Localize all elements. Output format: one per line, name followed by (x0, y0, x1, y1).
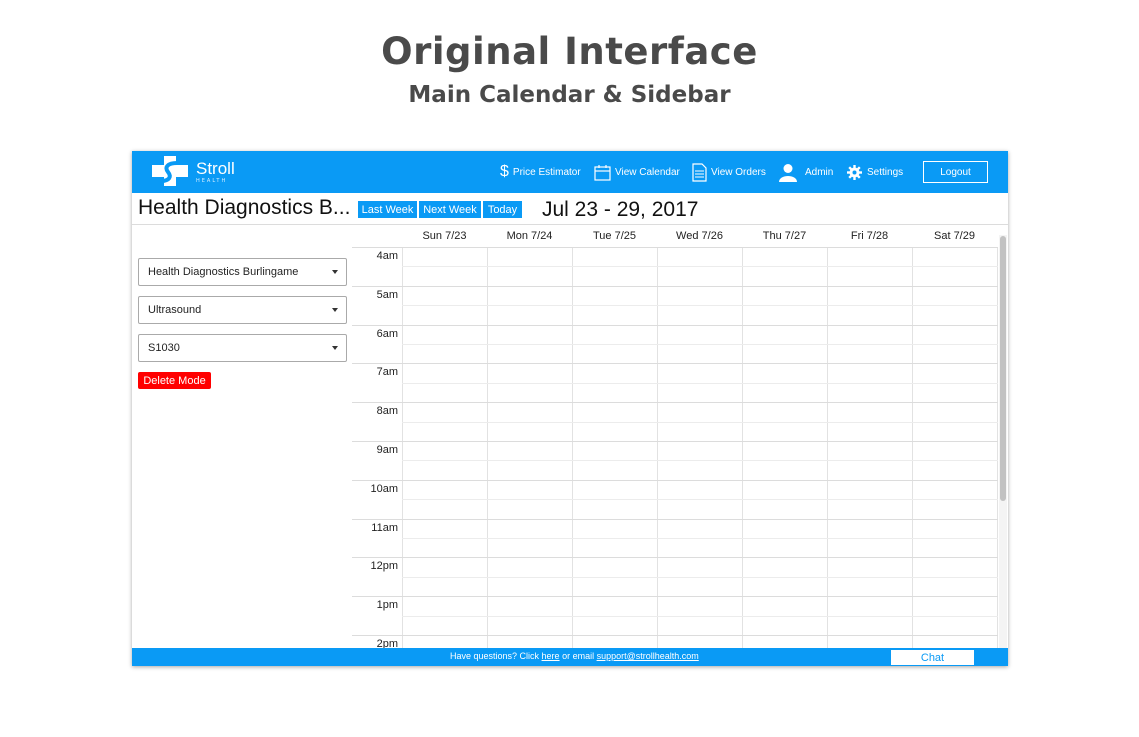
day-header: Wed 7/26 (676, 230, 723, 242)
day-header: Sat 7/29 (934, 230, 975, 242)
half-hour-line (402, 576, 998, 578)
nav-label: Settings (867, 166, 904, 178)
page-subheading: Main Calendar & Sidebar (408, 82, 731, 108)
day-header: Fri 7/28 (850, 230, 889, 242)
select-value: Health Diagnostics Burlingame (148, 266, 299, 278)
calendar-toolbar: Health Diagnostics B... Last Week Next W… (132, 193, 1008, 225)
day-header: Mon 7/24 (506, 230, 553, 242)
select-value: S1030 (148, 342, 180, 354)
caret-down-icon (332, 346, 338, 350)
footer-bar: Have questions? Click here or email supp… (132, 648, 1008, 666)
hour-line (352, 324, 998, 326)
nav-view-calendar[interactable]: View Calendar (594, 151, 680, 193)
app-window: Stroll HEALTH $ Price Estimator View Cal… (132, 151, 1008, 666)
time-label: 6am (376, 327, 398, 340)
hour-line (352, 285, 998, 287)
nav-label: View Calendar (615, 166, 680, 178)
user-icon (779, 163, 797, 182)
grid-column-line (657, 247, 658, 648)
next-week-button[interactable]: Next Week (419, 201, 481, 218)
sidebar: Health Diagnostics Burlingame Ultrasound… (132, 225, 352, 648)
caret-down-icon (332, 308, 338, 312)
top-navigation-bar: Stroll HEALTH $ Price Estimator View Cal… (132, 151, 1008, 193)
date-range: Jul 23 - 29, 2017 (542, 198, 699, 221)
nav-admin[interactable]: Admin (779, 151, 833, 193)
time-label: 8am (376, 405, 398, 418)
time-label: 1pm (376, 599, 398, 612)
half-hour-line (402, 615, 998, 617)
hour-line (352, 479, 998, 481)
hour-line (352, 363, 998, 365)
grid-column-line (827, 247, 828, 648)
nav-label: Price Estimator (512, 166, 581, 178)
half-hour-line (402, 499, 998, 501)
hour-line (352, 402, 998, 404)
document-icon (692, 162, 707, 182)
hour-line (352, 635, 998, 636)
nav-view-orders[interactable]: View Orders (692, 151, 766, 193)
calendar-icon (594, 164, 611, 181)
grid-column-line (742, 247, 743, 648)
last-week-button[interactable]: Last Week (358, 201, 417, 218)
half-hour-line (402, 305, 998, 307)
facility-title: Health Diagnostics B... (138, 196, 351, 219)
half-hour-line (402, 344, 998, 345)
grid-column-line (912, 247, 913, 648)
cross-logo-icon (152, 156, 188, 186)
hour-line (352, 441, 998, 442)
time-label: 9am (376, 444, 398, 456)
footer-help-text: Have questions? Click here or email supp… (450, 651, 699, 661)
support-email-link[interactable]: support@strollhealth.com (597, 651, 699, 661)
select-value: Ultrasound (148, 304, 202, 316)
facility-select[interactable]: Health Diagnostics Burlingame (138, 258, 347, 286)
hour-line (352, 518, 998, 520)
page-heading: Original Interface (381, 30, 758, 73)
caret-down-icon (332, 270, 338, 274)
grid-column-line (572, 247, 573, 648)
time-label: 2pm (376, 638, 398, 648)
half-hour-line (402, 382, 998, 384)
hour-line (352, 247, 998, 248)
today-button[interactable]: Today (483, 201, 522, 218)
day-header: Thu 7/27 (762, 230, 807, 242)
nav-settings[interactable]: Settings (847, 151, 903, 193)
week-calendar: Sun 7/23 Mon 7/24 Tue 7/25 Wed 7/26 Thu 7/27… (352, 225, 1008, 648)
half-hour-line (402, 460, 998, 462)
stroll-logo[interactable]: Stroll HEALTH (152, 156, 235, 188)
grid-column-line (402, 247, 403, 648)
delete-mode-button[interactable]: Delete Mode (138, 372, 211, 389)
nav-label: View Orders (711, 166, 766, 178)
modality-select[interactable]: Ultrasound (138, 296, 347, 324)
grid-column-line (487, 247, 488, 648)
hour-line (352, 596, 998, 598)
calendar-grid[interactable]: 4am 5am 6am 7am 8am 9am 10am 11am 12pm 1pm 2pm (352, 247, 998, 648)
half-hour-line (402, 421, 998, 423)
resource-select[interactable]: S1030 (138, 334, 347, 362)
time-label: 11am (371, 521, 398, 534)
nav-price-estimator[interactable]: $ Price Estimator (500, 151, 581, 193)
logout-button[interactable]: Logout (923, 161, 988, 183)
day-header: Tue 7/25 (592, 230, 636, 242)
dollar-icon: $ (500, 163, 509, 180)
hour-line (352, 557, 998, 559)
logo-subtitle: HEALTH (196, 178, 228, 184)
grid-column-line (997, 247, 998, 648)
half-hour-line (402, 266, 998, 268)
time-label: 7am (376, 366, 398, 379)
time-label: 10am (370, 482, 398, 495)
time-label: 4am (376, 250, 398, 262)
nav-label: Admin (805, 166, 834, 178)
time-label: 12pm (370, 560, 398, 573)
gear-icon (847, 164, 862, 180)
help-link[interactable]: here (542, 651, 560, 661)
scrollbar-thumb[interactable] (1000, 236, 1006, 501)
logo-name: Stroll (196, 159, 235, 178)
time-label: 5am (376, 288, 398, 301)
day-header: Sun 7/23 (422, 230, 467, 242)
chat-button[interactable]: Chat (890, 649, 975, 666)
half-hour-line (402, 538, 998, 539)
